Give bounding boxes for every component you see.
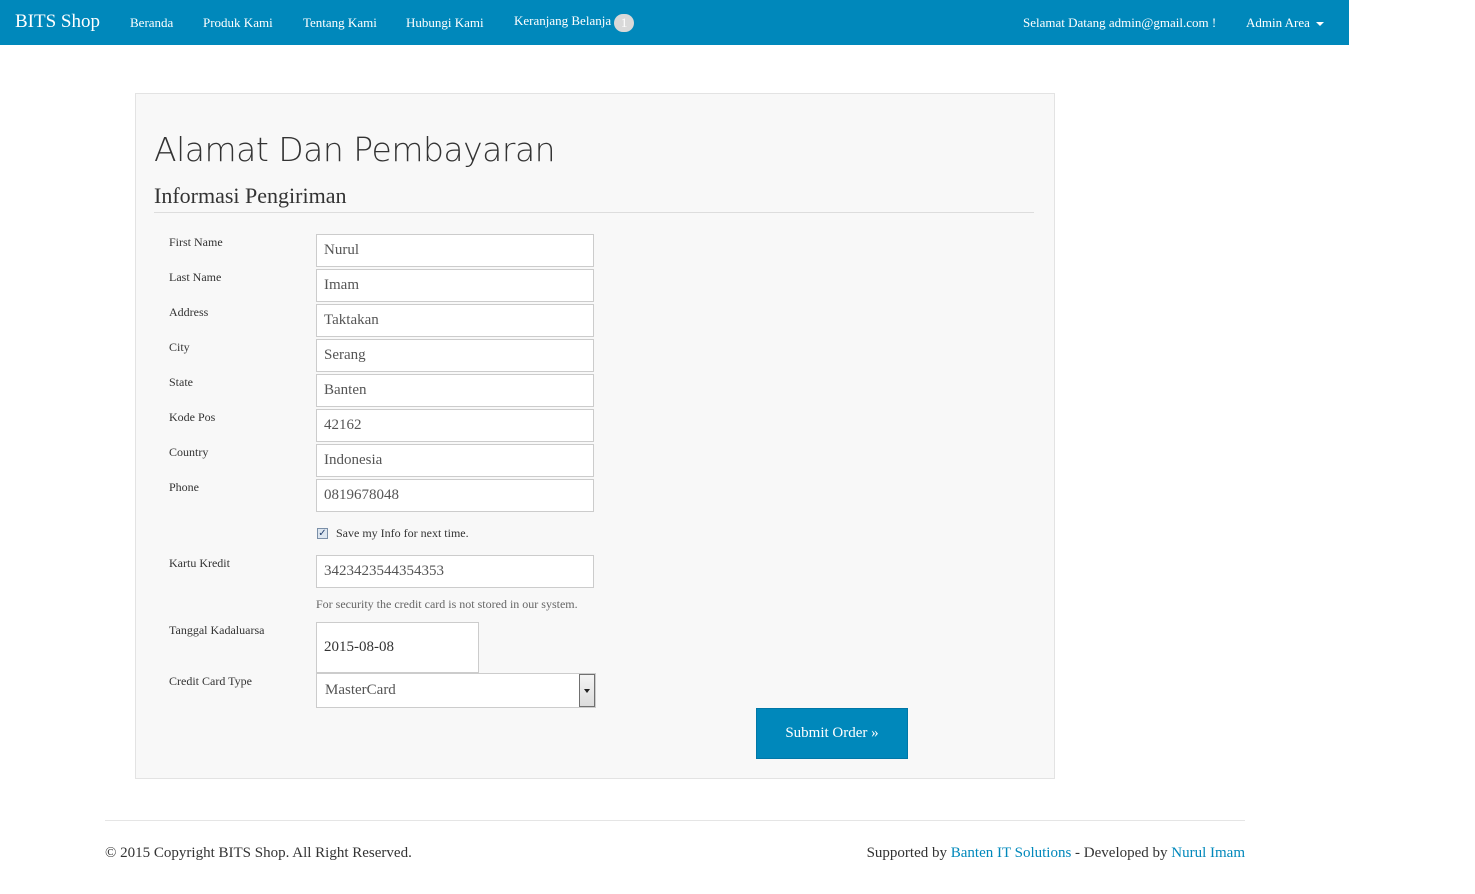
nav-link-cart[interactable]: Keranjang Belanja 1 xyxy=(514,13,635,32)
card-type-label: Credit Card Type xyxy=(169,674,252,688)
last-name-label: Last Name xyxy=(169,270,222,284)
expiry-date-input[interactable] xyxy=(316,622,479,673)
cart-label: Keranjang Belanja xyxy=(514,13,612,28)
section-title: Informasi Pengiriman xyxy=(154,183,347,208)
expiry-date-label: Tanggal Kadaluarsa xyxy=(169,623,265,637)
developer-link[interactable]: Nurul Imam xyxy=(1171,845,1245,861)
kode-pos-input[interactable] xyxy=(316,409,594,442)
phone-input[interactable] xyxy=(316,479,594,512)
country-label: Country xyxy=(169,445,209,459)
caret-down-icon xyxy=(1315,22,1324,27)
card-type-selected-value: MasterCard xyxy=(325,682,396,698)
first-name-input[interactable] xyxy=(316,234,594,267)
dropdown-arrow-icon[interactable] xyxy=(579,674,595,707)
supported-by-text: Supported by xyxy=(866,845,951,861)
cart-count-badge: 1 xyxy=(614,14,635,32)
last-name-input[interactable] xyxy=(316,269,594,302)
save-info-checkbox[interactable]: ✓ xyxy=(317,528,328,539)
credit-card-help-text: For security the credit card is not stor… xyxy=(316,597,578,611)
city-input[interactable] xyxy=(316,339,594,372)
address-label: Address xyxy=(169,305,209,319)
checkmark-icon: ✓ xyxy=(318,528,327,539)
section-divider xyxy=(154,212,1034,213)
country-input[interactable] xyxy=(316,444,594,477)
welcome-text: Selamat Datang admin@gmail.com ! xyxy=(1023,15,1217,30)
state-label: State xyxy=(169,375,193,389)
nav-link-beranda[interactable]: Beranda xyxy=(130,15,173,31)
first-name-label: First Name xyxy=(169,235,223,249)
nav-link-hubungi-kami[interactable]: Hubungi Kami xyxy=(406,15,484,31)
nav-link-tentang-kami[interactable]: Tentang Kami xyxy=(303,15,377,31)
footer-divider xyxy=(105,820,1245,821)
footer-credits: Supported by Banten IT Solutions - Devel… xyxy=(867,845,1245,862)
brand-logo-link[interactable]: BITS Shop xyxy=(15,11,100,33)
kode-pos-label: Kode Pos xyxy=(169,410,216,424)
top-navbar: BITS Shop Beranda Produk Kami Tentang Ka… xyxy=(0,0,1349,45)
save-info-label: Save my Info for next time. xyxy=(336,526,469,540)
admin-area-label: Admin Area xyxy=(1246,15,1310,30)
submit-order-button[interactable]: Submit Order » xyxy=(756,708,908,759)
admin-area-dropdown[interactable]: Admin Area xyxy=(1246,15,1324,31)
state-input[interactable] xyxy=(316,374,594,407)
card-type-select[interactable]: MasterCard xyxy=(316,673,596,708)
developed-by-text: - Developed by xyxy=(1071,845,1172,861)
copyright-text: © 2015 Copyright BITS Shop. All Right Re… xyxy=(105,845,412,861)
city-label: City xyxy=(169,340,190,354)
credit-card-input[interactable] xyxy=(316,555,594,588)
phone-label: Phone xyxy=(169,480,199,494)
address-input[interactable] xyxy=(316,304,594,337)
checkout-panel: Alamat Dan Pembayaran Informasi Pengirim… xyxy=(135,93,1055,779)
credit-card-label: Kartu Kredit xyxy=(169,556,230,570)
page-title: Alamat Dan Pembayaran xyxy=(154,130,556,169)
nav-link-produk-kami[interactable]: Produk Kami xyxy=(203,15,273,31)
supporter-link[interactable]: Banten IT Solutions xyxy=(951,845,1072,861)
